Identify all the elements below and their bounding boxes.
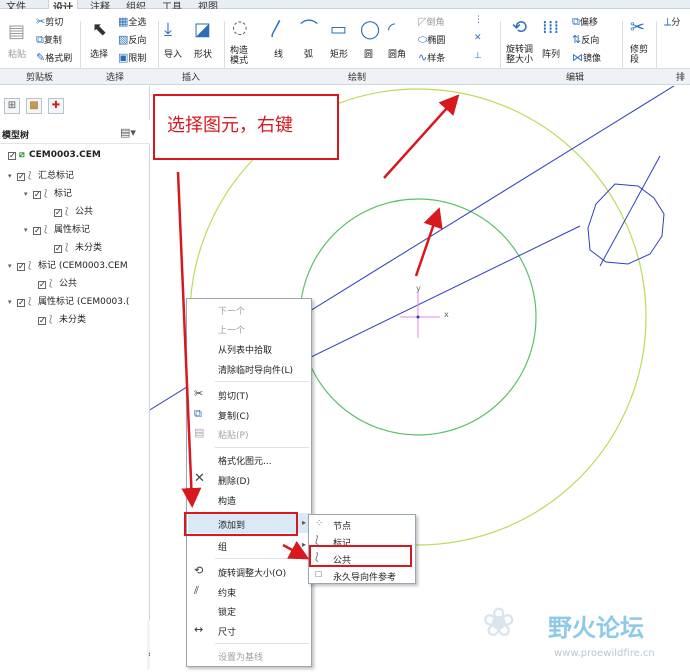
arrow-to-common [282, 541, 310, 560]
arrow-to-outer-circle [383, 94, 460, 179]
annotation-arrows [176, 94, 460, 560]
arrow-to-add-to [176, 171, 202, 508]
watermark-logo-icon: ❀ [482, 600, 516, 646]
watermark-title: 野火论坛 [548, 614, 644, 642]
watermark: ❀ 野火论坛 www.proewildfire.cn [482, 600, 690, 669]
watermark-url: www.proewildfire.cn [554, 648, 655, 659]
arrow-to-inner-circle [414, 207, 443, 277]
